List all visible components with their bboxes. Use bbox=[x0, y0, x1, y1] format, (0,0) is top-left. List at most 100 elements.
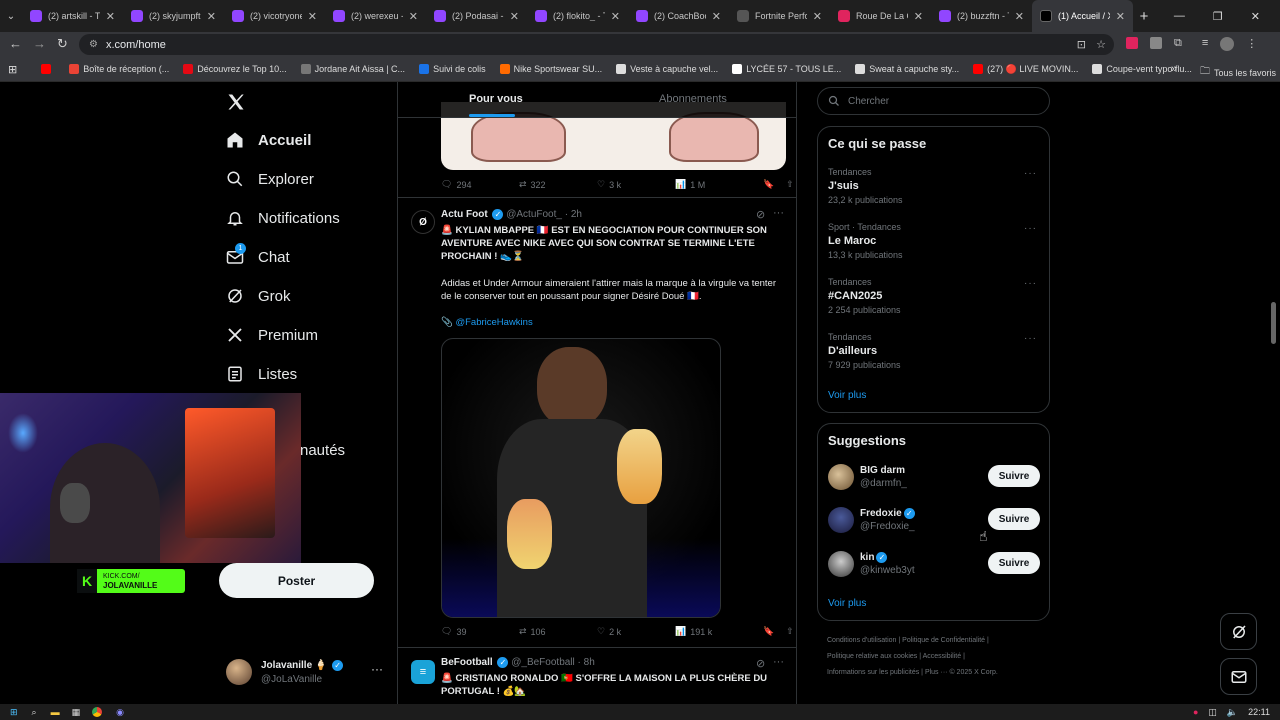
suggestion-item[interactable]: kin ✓ @kinweb3yt Suivre bbox=[828, 546, 1040, 582]
extension-icon-grey[interactable] bbox=[1150, 37, 1162, 49]
address-bar[interactable]: ⚙ x.com/home ⊡ ☆ bbox=[79, 34, 1114, 55]
nav-premium[interactable]: Premium bbox=[226, 326, 318, 344]
bookmark-icon[interactable]: 🔖 bbox=[763, 179, 774, 190]
trend-item[interactable]: Tendances D'ailleurs 7 929 publications bbox=[828, 332, 901, 370]
bookmark-icon[interactable]: 🔖 bbox=[763, 626, 774, 637]
browser-menu-icon[interactable]: ⋮ bbox=[1246, 37, 1257, 51]
grok-floating-button[interactable] bbox=[1220, 613, 1257, 650]
footer-terms[interactable]: Conditions d'utilisation bbox=[827, 637, 896, 644]
nav-chat[interactable]: 1 Chat bbox=[226, 243, 290, 266]
like-button[interactable]: ♡ 3 k bbox=[597, 179, 675, 190]
browser-tab[interactable]: (2) buzzftn - Twitch ✕ bbox=[931, 0, 1032, 32]
footer-cookies[interactable]: Politique relative aux cookies bbox=[827, 653, 917, 660]
post-more-icon[interactable]: ··· bbox=[773, 207, 784, 219]
tray-icon-network[interactable]: ◫ bbox=[1208, 707, 1217, 718]
reply-button[interactable]: 🗨 39 bbox=[441, 626, 519, 637]
bookmarks-overflow-chevron[interactable]: » bbox=[1171, 63, 1177, 75]
trend-more-icon[interactable]: ··· bbox=[1024, 333, 1037, 344]
follow-button[interactable]: Suivre bbox=[988, 508, 1040, 530]
views-button[interactable]: 📊 191 k bbox=[675, 626, 753, 637]
x-logo-icon[interactable] bbox=[226, 92, 246, 112]
follow-button[interactable]: Suivre bbox=[988, 552, 1040, 574]
tab-close-icon[interactable]: ✕ bbox=[207, 10, 216, 23]
page-scrollbar[interactable] bbox=[1271, 302, 1276, 344]
footer-accessibility[interactable]: Accessibilité bbox=[923, 653, 962, 660]
search-input[interactable]: Chercher bbox=[817, 87, 1050, 115]
minimize-icon[interactable]: — bbox=[1174, 10, 1185, 23]
post-button[interactable]: Poster bbox=[219, 563, 374, 598]
new-tab-button[interactable]: + bbox=[1133, 8, 1155, 25]
tab-close-icon[interactable]: ✕ bbox=[106, 10, 115, 23]
restore-icon[interactable]: ❐ bbox=[1213, 10, 1223, 23]
taskview-icon[interactable]: ▦ bbox=[72, 707, 81, 718]
views-button[interactable]: 📊 1 M bbox=[675, 179, 753, 190]
nav-explore[interactable]: Explorer bbox=[226, 170, 314, 188]
post2-credit-link[interactable]: @FabriceHawkins bbox=[455, 317, 532, 328]
tab-for-you[interactable]: Pour vous bbox=[469, 93, 523, 105]
trend-item[interactable]: Tendances J'suis 23,2 k publications bbox=[828, 167, 903, 205]
browser-tab[interactable]: (2) CoachBoop ✕ bbox=[628, 0, 729, 32]
tab-close-icon[interactable]: ✕ bbox=[813, 10, 822, 23]
suggestions-show-more[interactable]: Voir plus bbox=[828, 598, 866, 609]
browser-tab[interactable]: (2) werexeu - Twitch ✕ bbox=[325, 0, 426, 32]
bookmark-item[interactable]: Découvrez le Top 10... bbox=[183, 64, 287, 74]
file-explorer-icon[interactable]: ▬ bbox=[51, 707, 60, 717]
grok-post-icon[interactable]: ⊘ bbox=[756, 657, 765, 670]
browser-tab[interactable]: (2) Podasai - Twitch ✕ bbox=[426, 0, 527, 32]
tab-close-icon[interactable]: ✕ bbox=[1015, 10, 1024, 23]
nav-lists[interactable]: Listes bbox=[226, 365, 297, 383]
browser-tab[interactable]: (2) artskill - Twitch ✕ bbox=[22, 0, 123, 32]
close-window-icon[interactable]: ✕ bbox=[1251, 10, 1260, 23]
bookmark-item[interactable]: Boîte de réception (... bbox=[69, 64, 169, 74]
app-icon[interactable]: ◉ bbox=[116, 707, 124, 718]
forward-arrow-icon[interactable]: → bbox=[33, 36, 46, 51]
tab-close-icon[interactable]: ✕ bbox=[409, 10, 418, 23]
post-more-icon[interactable]: ··· bbox=[773, 656, 784, 668]
follow-button[interactable]: Suivre bbox=[988, 465, 1040, 487]
trend-item[interactable]: Tendances #CAN2025 2 254 publications bbox=[828, 277, 901, 315]
search-icon[interactable]: ⌕ bbox=[32, 707, 37, 718]
apps-grid-icon[interactable]: ⊞ bbox=[8, 63, 17, 76]
tab-close-icon[interactable]: ✕ bbox=[308, 10, 317, 23]
trend-more-icon[interactable]: ··· bbox=[1024, 168, 1037, 179]
share-icon[interactable]: ⇧ bbox=[786, 626, 794, 637]
tab-close-icon[interactable]: ✕ bbox=[510, 10, 519, 23]
browser-tab[interactable]: Fortnite Perfor ✕ bbox=[729, 0, 830, 32]
tray-icon-red[interactable]: ● bbox=[1193, 707, 1198, 717]
bookmark-item[interactable]: Nike Sportswear SU... bbox=[499, 64, 602, 74]
reading-list-icon[interactable]: ≡ bbox=[1202, 37, 1208, 51]
trend-item[interactable]: Sport · Tendances Le Maroc 13,3 k publicat… bbox=[828, 222, 903, 260]
browser-tab[interactable]: Roue De La Ch ✕ bbox=[830, 0, 931, 32]
like-button[interactable]: ♡ 2 k bbox=[597, 626, 675, 637]
browser-tab[interactable]: (2) flokito_ - Twitch ✕ bbox=[527, 0, 628, 32]
browser-tab[interactable]: (2) skyjumpftn - Twitch ✕ bbox=[123, 0, 224, 32]
bookmark-item[interactable]: (27) 🔴 LIVE MOVIN... bbox=[973, 64, 1078, 75]
post2-handle[interactable]: @ActuFoot_ bbox=[506, 209, 562, 220]
repost-button[interactable]: ⇄ 106 bbox=[519, 626, 597, 637]
install-app-icon[interactable]: ⊡ bbox=[1077, 38, 1086, 51]
site-info-icon[interactable]: ⚙ bbox=[89, 39, 98, 50]
nav-home[interactable]: Accueil bbox=[226, 131, 311, 149]
back-arrow-icon[interactable]: ← bbox=[9, 36, 22, 51]
chrome-icon[interactable] bbox=[92, 707, 103, 717]
tab-search-chevron-icon[interactable]: ⌄ bbox=[0, 11, 22, 22]
browser-tab[interactable]: (1) Accueil / X ✕ bbox=[1032, 0, 1133, 32]
post2-author[interactable]: Actu Foot bbox=[441, 209, 488, 220]
nav-communities-partial-label[interactable]: nautés bbox=[300, 442, 345, 459]
nav-notifications[interactable]: Notifications bbox=[226, 209, 340, 227]
account-more-icon[interactable]: ··· bbox=[371, 662, 383, 676]
bookmark-item[interactable]: Jordane Ait Aissa | C... bbox=[300, 64, 405, 74]
reload-icon[interactable]: ↻ bbox=[57, 36, 68, 52]
taskbar-clock[interactable]: 22:11 bbox=[1248, 707, 1270, 717]
bookmark-star-icon[interactable]: ☆ bbox=[1096, 38, 1106, 51]
bookmark-item[interactable]: Suivi de colis bbox=[419, 64, 486, 74]
bookmark-item[interactable]: LYCÉE 57 - TOUS LE... bbox=[732, 64, 841, 74]
extensions-puzzle-icon[interactable]: ⧉ bbox=[1174, 37, 1182, 51]
trend-more-icon[interactable]: ··· bbox=[1024, 223, 1037, 234]
tray-icon-volume[interactable]: 🔈 bbox=[1227, 707, 1238, 718]
tab-close-icon[interactable]: ✕ bbox=[611, 10, 620, 23]
suggestion-item[interactable]: BIG darm @darmfn_ Suivre bbox=[828, 459, 1040, 495]
suggestion-item[interactable]: Fredoxie ✓ @Fredoxie_ Suivre bbox=[828, 502, 1040, 538]
bookmark-item[interactable]: Sweat à capuche sty... bbox=[855, 64, 959, 74]
post2-image[interactable] bbox=[441, 338, 721, 618]
